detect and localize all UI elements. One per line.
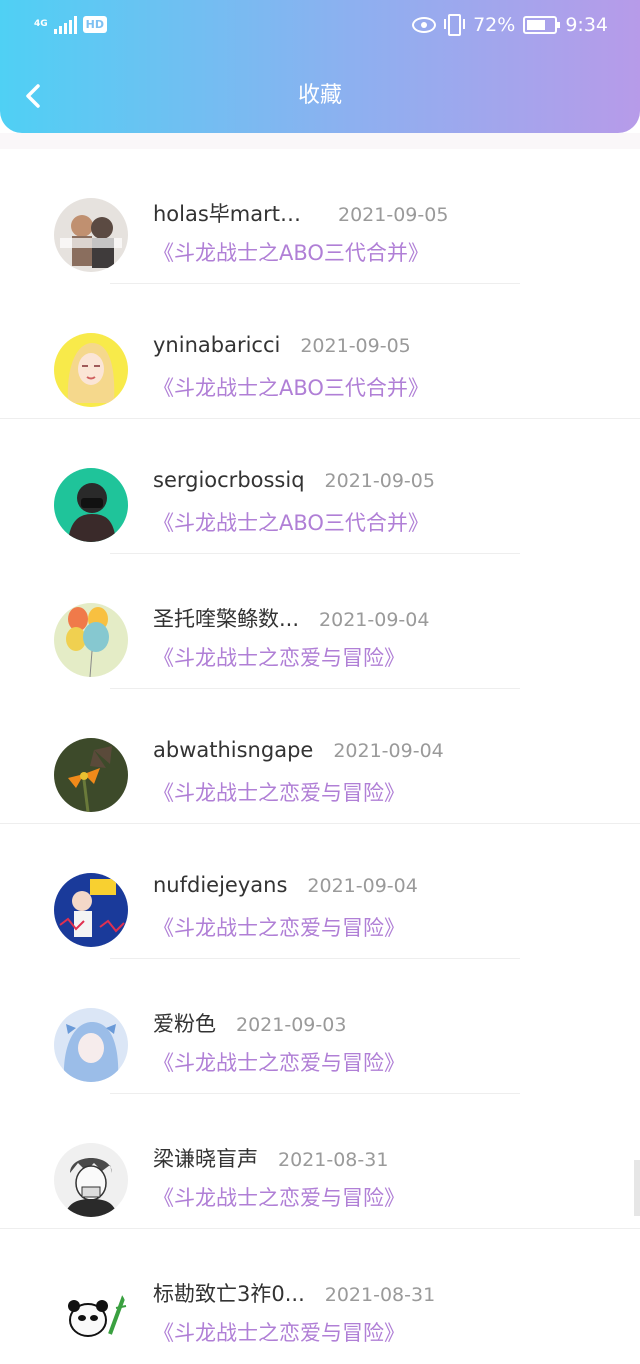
scrollbar[interactable] [634,1160,640,1216]
network-type: 4G [34,18,48,29]
avatar[interactable] [54,1008,128,1082]
user-name: abwathisngape [153,738,314,762]
user-name: 爱粉色 [153,1012,216,1036]
user-name: 梁谦晓盲声 [153,1147,258,1171]
user-name: holas毕mart槎... [153,202,318,226]
avatar[interactable] [54,1278,128,1352]
book-title[interactable]: 《斗龙战士之恋爱与冒险》 [153,642,405,672]
clock: 9:34 [565,14,608,36]
date: 2021-09-05 [300,335,411,357]
user-name: 标勘致亡3祚0... [153,1282,305,1306]
date: 2021-08-31 [278,1149,389,1171]
hd-badge: HD [82,15,107,33]
book-title[interactable]: 《斗龙战士之恋爱与冒险》 [153,1182,405,1212]
date: 2021-09-05 [338,204,449,226]
user-name: sergiocrbossiq [153,468,305,492]
list-item[interactable]: 圣托喹檠鲦数... 2021-09-04 《斗龙战士之恋爱与冒险》 [0,554,640,689]
book-title[interactable]: 《斗龙战士之恋爱与冒险》 [153,912,405,942]
list-item[interactable]: sergiocrbossiq 2021-09-05 《斗龙战士之ABO三代合并》 [0,419,640,554]
avatar[interactable] [54,468,128,542]
book-title[interactable]: 《斗龙战士之恋爱与冒险》 [153,777,405,807]
status-bar: 4G HD 72% 9:34 [0,0,640,56]
header-divider [0,133,640,149]
book-title[interactable]: 《斗龙战士之ABO三代合并》 [153,507,429,537]
list-item[interactable]: yninabaricci 2021-09-05 《斗龙战士之ABO三代合并》 [0,284,640,419]
eye-comfort-icon [412,17,437,33]
vibrate-icon [444,14,466,36]
date: 2021-09-05 [324,470,435,492]
avatar[interactable] [54,603,128,677]
date: 2021-08-31 [324,1284,436,1306]
date: 2021-09-04 [319,609,430,631]
list-item[interactable]: nufdiejeyans 2021-09-04 《斗龙战士之恋爱与冒险》 [0,824,640,959]
avatar[interactable] [54,198,128,272]
signal-icon [53,14,77,34]
book-title[interactable]: 《斗龙战士之恋爱与冒险》 [153,1047,405,1077]
avatar[interactable] [54,1143,128,1217]
list-item[interactable]: 爱粉色 2021-09-03 《斗龙战士之恋爱与冒险》 [0,959,640,1094]
date: 2021-09-03 [236,1014,347,1036]
book-title[interactable]: 《斗龙战士之恋爱与冒险》 [153,1317,405,1347]
avatar[interactable] [54,333,128,407]
app-header: 4G HD 72% 9:34 收藏 [0,0,640,133]
date: 2021-09-04 [307,875,418,897]
book-title[interactable]: 《斗龙战士之ABO三代合并》 [153,372,429,402]
list-item[interactable]: 标勘致亡3祚0... 2021-08-31 《斗龙战士之恋爱与冒险》 [0,1229,640,1364]
avatar[interactable] [54,873,128,947]
battery-icon [523,16,561,34]
list-item[interactable]: holas毕mart槎... 2021-09-05 《斗龙战士之ABO三代合并》 [0,149,640,284]
list-item[interactable]: 梁谦晓盲声 2021-08-31 《斗龙战士之恋爱与冒险》 [0,1094,640,1229]
list-item[interactable]: abwathisngape 2021-09-04 《斗龙战士之恋爱与冒险》 [0,689,640,824]
battery-percent: 72% [473,14,516,36]
date: 2021-09-04 [333,740,444,762]
user-name: yninabaricci [153,333,281,357]
book-title[interactable]: 《斗龙战士之ABO三代合并》 [153,237,429,267]
avatar[interactable] [54,738,128,812]
user-name: nufdiejeyans [153,873,288,897]
user-name: 圣托喹檠鲦数... [153,607,300,631]
favorites-list: holas毕mart槎... 2021-09-05 《斗龙战士之ABO三代合并》… [0,149,640,1364]
page-title: 收藏 [297,83,342,108]
